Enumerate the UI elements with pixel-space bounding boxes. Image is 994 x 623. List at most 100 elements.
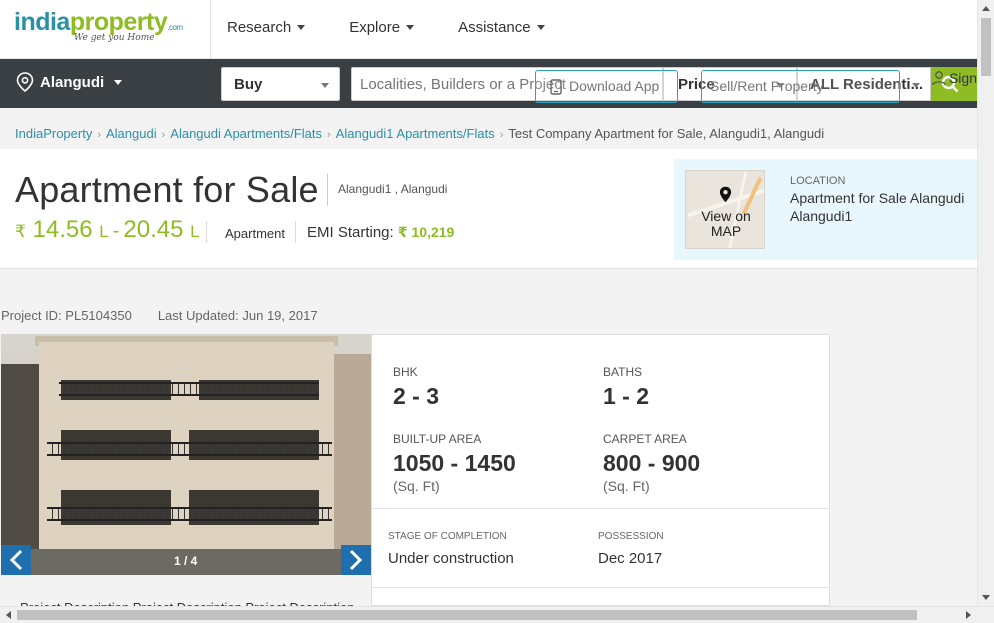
nav-assistance-label: Assistance bbox=[458, 19, 531, 36]
location-label: LOCATION bbox=[790, 175, 846, 187]
gallery-counter: 1 / 4 bbox=[174, 554, 198, 568]
listing-location: Alangudi1 , Alangudi bbox=[338, 182, 448, 196]
breadcrumb-separator: › bbox=[161, 129, 166, 141]
stage-value: Under construction bbox=[388, 550, 514, 567]
chevron-down-icon bbox=[536, 25, 545, 30]
scroll-down-icon[interactable] bbox=[978, 591, 994, 603]
view-on-map-button[interactable]: View on MAP bbox=[685, 170, 765, 249]
builtup-area-unit: (Sq. Ft) bbox=[393, 478, 440, 494]
carpet-area-value: 800 - 900 bbox=[603, 450, 701, 476]
sign-in-link[interactable]: Sign bbox=[931, 70, 977, 86]
photo-railing bbox=[59, 382, 319, 396]
bhk-label: BHK bbox=[393, 365, 418, 379]
emi-value: ₹ 10,219 bbox=[397, 224, 455, 240]
location-card: View on MAP LOCATION Apartment for Sale … bbox=[674, 159, 977, 260]
rupee-icon: ₹ bbox=[15, 222, 26, 241]
location-address: Apartment for Sale Alangudi Alangudi1 bbox=[790, 190, 965, 224]
scroll-right-icon[interactable] bbox=[962, 607, 974, 623]
breadcrumb-link-city-apartments[interactable]: Alangudi Apartments/Flats bbox=[170, 126, 322, 141]
breadcrumb: IndiaProperty › Alangudi › Alangudi Apartmen… bbox=[15, 126, 824, 141]
chevron-down-icon bbox=[114, 79, 123, 85]
price-min: 14.56 bbox=[32, 216, 93, 243]
breadcrumb-separator: › bbox=[97, 129, 101, 141]
nav-research[interactable]: Research bbox=[227, 19, 306, 36]
gallery-next-button[interactable] bbox=[341, 545, 371, 575]
header-divider bbox=[210, 0, 211, 58]
breadcrumb-link-home[interactable]: IndiaProperty bbox=[15, 126, 92, 141]
gallery-prev-button[interactable] bbox=[1, 545, 31, 575]
breadcrumb-link-locality-apartments[interactable]: Alangudi1 Apartments/Flats bbox=[336, 126, 495, 141]
possession-value: Dec 2017 bbox=[598, 550, 663, 567]
download-app-label: Download App bbox=[569, 78, 660, 94]
scroll-left-icon[interactable] bbox=[3, 607, 15, 623]
location-pin-icon bbox=[16, 72, 34, 92]
chevron-right-icon bbox=[349, 549, 363, 571]
chevron-down-icon bbox=[321, 83, 329, 88]
vertical-scrollbar[interactable] bbox=[977, 0, 994, 606]
chevron-down-icon bbox=[297, 25, 306, 30]
chevron-down-icon bbox=[406, 25, 415, 30]
location-selector[interactable]: Alangudi bbox=[16, 72, 123, 92]
price-range: ₹ 14.56 L -20.45 L bbox=[15, 216, 200, 244]
location-label: Alangudi bbox=[40, 73, 105, 91]
breadcrumb-current: Test Company Apartment for Sale, Alangud… bbox=[508, 126, 825, 141]
photo-building-left bbox=[1, 364, 41, 575]
price-dash: - bbox=[112, 220, 120, 242]
possession-label: POSSESSION bbox=[598, 531, 664, 542]
property-details: BHK 2 - 3 BATHS 1 - 2 BUILT-UP AREA 1050… bbox=[371, 334, 830, 606]
stage-label: STAGE OF COMPLETION bbox=[388, 531, 507, 542]
chevron-left-icon bbox=[9, 549, 23, 571]
mobile-phone-icon bbox=[550, 79, 562, 95]
horizontal-scroll-thumb[interactable] bbox=[17, 610, 917, 620]
map-pin-icon bbox=[719, 186, 732, 203]
price-max-unit: L bbox=[190, 222, 200, 241]
carpet-area-label: CARPET AREA bbox=[603, 432, 687, 446]
builtup-area-label: BUILT-UP AREA bbox=[393, 432, 482, 446]
carpet-area-unit: (Sq. Ft) bbox=[603, 478, 650, 494]
scroll-up-icon[interactable] bbox=[978, 3, 994, 15]
title-divider bbox=[327, 174, 328, 206]
builtup-area-value: 1050 - 1450 bbox=[393, 450, 516, 476]
nav-assistance[interactable]: Assistance bbox=[458, 19, 545, 36]
logo-part-property: property bbox=[69, 8, 168, 36]
download-app-button[interactable]: Download App bbox=[535, 70, 678, 103]
horizontal-scrollbar[interactable] bbox=[0, 606, 994, 623]
baths-label: BATHS bbox=[603, 365, 643, 379]
last-updated: Last Updated: Jun 19, 2017 bbox=[157, 308, 318, 323]
top-header: indiaproperty.com We get you Home Resear… bbox=[0, 0, 977, 59]
nav-explore-label: Explore bbox=[349, 19, 401, 36]
vertical-scroll-thumb[interactable] bbox=[981, 18, 991, 76]
top-nav: Research Explore Assistance bbox=[227, 19, 589, 36]
chevron-down-icon bbox=[912, 83, 920, 88]
type-divider bbox=[295, 221, 296, 243]
bhk-value: 2 - 3 bbox=[393, 383, 440, 409]
logo[interactable]: indiaproperty.com We get you Home bbox=[14, 8, 210, 52]
baths-value: 1 - 2 bbox=[603, 383, 650, 409]
photo-railing bbox=[47, 442, 332, 456]
listing-meta: Project ID: PL5104350 Last Updated: Jun 1… bbox=[1, 308, 318, 323]
property-type: Apartment bbox=[225, 226, 285, 241]
transaction-type-value: Buy bbox=[234, 76, 263, 93]
sell-rent-label: Sell/Rent Property bbox=[710, 78, 824, 94]
emi-info: EMI Starting: ₹ 10,219 bbox=[307, 224, 454, 241]
details-divider bbox=[372, 587, 830, 588]
nav-explore[interactable]: Explore bbox=[349, 19, 415, 36]
transaction-type-select[interactable]: Buy bbox=[221, 67, 340, 101]
price-max: 20.45 bbox=[123, 216, 184, 243]
price-divider bbox=[206, 221, 207, 243]
breadcrumb-separator: › bbox=[327, 129, 331, 141]
page-title: Apartment for Sale bbox=[15, 169, 319, 210]
view-on-map-label: View on MAP bbox=[701, 208, 751, 239]
breadcrumb-link-city[interactable]: Alangudi bbox=[106, 126, 157, 141]
nav-research-label: Research bbox=[227, 19, 292, 36]
photo-building bbox=[39, 342, 334, 575]
sign-in-label: Sign bbox=[948, 70, 977, 86]
sell-rent-property-button[interactable]: Sell/Rent Property bbox=[701, 70, 900, 103]
breadcrumb-separator: › bbox=[499, 129, 504, 141]
logo-tagline: We get you Home bbox=[74, 33, 155, 43]
logo-part-india: india bbox=[14, 8, 70, 36]
user-icon bbox=[932, 71, 946, 86]
logo-dotcom: .com bbox=[167, 23, 183, 32]
photo-gallery[interactable] bbox=[1, 334, 371, 575]
emi-label: EMI Starting: bbox=[307, 224, 394, 241]
